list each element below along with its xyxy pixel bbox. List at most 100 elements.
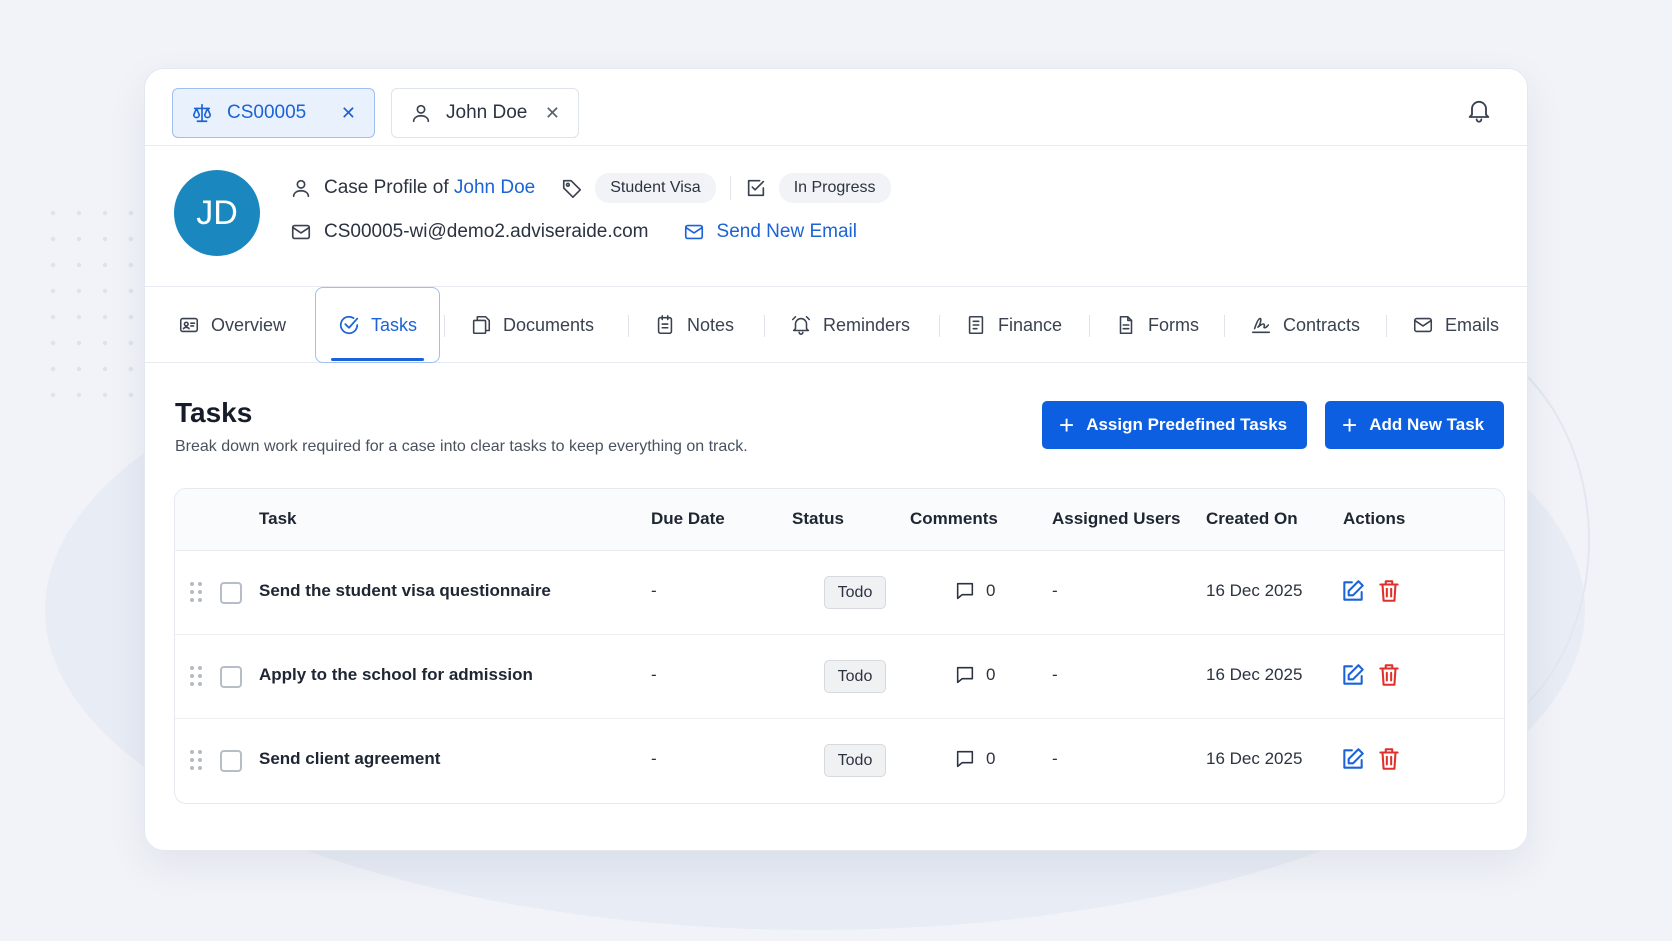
table-row[interactable]: Send the student visa questionnaire - To… — [175, 551, 1504, 635]
assigned-users: - — [1052, 665, 1058, 684]
page-subtitle: Break down work required for a case into… — [175, 438, 748, 455]
plus-icon: + — [1059, 410, 1075, 440]
edit-icon[interactable] — [1340, 746, 1366, 772]
tab-label: Finance — [998, 314, 1063, 335]
task-checkbox[interactable] — [220, 582, 242, 604]
client-name-link[interactable]: John Doe — [454, 177, 535, 199]
column-header-due-date[interactable]: Due Date — [651, 509, 725, 529]
comments-value: 0 — [986, 581, 996, 600]
column-header-assigned-users[interactable]: Assigned Users — [1052, 509, 1181, 529]
case-profile-card: CS00005 ✕ John Doe ✕ JD Case Profile of … — [144, 68, 1528, 851]
comments-count[interactable]: 0 — [954, 748, 995, 770]
delete-icon[interactable] — [1376, 662, 1402, 688]
comment-icon — [954, 664, 976, 686]
close-icon[interactable]: ✕ — [545, 103, 560, 124]
plus-icon: + — [1342, 410, 1358, 440]
tab-notes[interactable]: Notes — [654, 287, 734, 363]
close-icon[interactable]: ✕ — [341, 103, 356, 124]
client-email: CS00005-wi@demo2.adviseraide.com — [324, 221, 649, 242]
id-card-icon — [178, 314, 200, 336]
tab-overview[interactable]: Overview — [178, 287, 286, 363]
profile-header: JD Case Profile of John Doe Student Visa — [145, 146, 1527, 287]
comment-icon — [954, 748, 976, 770]
user-icon — [290, 177, 312, 199]
column-header-actions: Actions — [1343, 509, 1406, 528]
button-label: Add New Task — [1369, 415, 1485, 434]
assigned-users: - — [1052, 749, 1058, 768]
tasks-table: Task Due Date Status Comments Assigned U… — [174, 488, 1505, 804]
divider — [444, 315, 445, 337]
tab-forms[interactable]: Forms — [1115, 287, 1199, 363]
bell-icon — [790, 314, 812, 336]
edit-icon[interactable] — [1340, 578, 1366, 604]
form-icon — [1115, 314, 1137, 336]
case-nav-tabs: Overview Tasks Documents Notes Reminders… — [145, 287, 1527, 363]
documents-icon — [470, 314, 492, 336]
divider — [1386, 315, 1387, 337]
profile-title-row: Case Profile of John Doe Student Visa In… — [290, 173, 891, 203]
comments-count[interactable]: 0 — [954, 664, 995, 686]
drag-handle-icon[interactable] — [189, 581, 203, 603]
tag-icon — [561, 177, 583, 199]
column-header-status[interactable]: Status — [792, 509, 844, 529]
column-header-task[interactable]: Task — [259, 509, 297, 529]
comment-icon — [954, 580, 976, 602]
divider — [939, 315, 940, 337]
send-new-email-link[interactable]: Send New Email — [717, 221, 857, 243]
avatar: JD — [174, 170, 260, 256]
case-tab-john-doe[interactable]: John Doe ✕ — [391, 88, 579, 138]
task-name[interactable]: Send client agreement — [259, 749, 440, 769]
tab-tasks[interactable]: Tasks — [315, 287, 441, 363]
divider — [1224, 315, 1225, 337]
visa-type-badge: Student Visa — [595, 173, 716, 203]
tab-label: Reminders — [823, 314, 911, 335]
tab-documents[interactable]: Documents — [470, 287, 594, 363]
due-date: - — [651, 665, 657, 684]
assign-predefined-tasks-button[interactable]: + Assign Predefined Tasks — [1042, 401, 1307, 449]
user-icon — [410, 102, 432, 124]
status-badge[interactable]: Todo — [824, 744, 886, 777]
table-row[interactable]: Apply to the school for admission - Todo… — [175, 635, 1504, 719]
checkbox-icon — [745, 177, 767, 199]
task-checkbox[interactable] — [220, 750, 242, 772]
tab-emails[interactable]: Emails — [1412, 287, 1499, 363]
divider — [1089, 315, 1090, 337]
task-name[interactable]: Apply to the school for admission — [259, 665, 533, 685]
case-tab-label: CS00005 — [227, 102, 307, 123]
profile-prefix: Case Profile of — [324, 177, 454, 198]
tab-finance[interactable]: Finance — [965, 287, 1062, 363]
task-name[interactable]: Send the student visa questionnaire — [259, 581, 551, 601]
profile-email-row: CS00005-wi@demo2.adviseraide.com Send Ne… — [290, 221, 857, 243]
column-header-created-on[interactable]: Created On — [1206, 509, 1298, 529]
due-date: - — [651, 581, 657, 600]
drag-handle-icon[interactable] — [189, 665, 203, 687]
due-date: - — [651, 749, 657, 768]
mail-icon — [290, 221, 312, 243]
tab-label: Overview — [211, 314, 287, 335]
edit-icon[interactable] — [1340, 662, 1366, 688]
page-title: Tasks — [175, 397, 253, 428]
divider — [729, 176, 731, 200]
delete-icon[interactable] — [1376, 578, 1402, 604]
scale-icon — [191, 102, 213, 124]
notification-bell-icon[interactable] — [1465, 96, 1493, 124]
tab-reminders[interactable]: Reminders — [790, 287, 910, 363]
assigned-users: - — [1052, 581, 1058, 600]
created-on: 16 Dec 2025 — [1206, 581, 1303, 600]
task-checkbox[interactable] — [220, 666, 242, 688]
column-header-comments[interactable]: Comments — [910, 509, 998, 529]
case-tab-cs00005[interactable]: CS00005 ✕ — [172, 88, 375, 138]
table-row[interactable]: Send client agreement - Todo 0 - 16 Dec … — [175, 719, 1504, 803]
drag-handle-icon[interactable] — [189, 749, 203, 771]
status-badge: In Progress — [778, 173, 891, 203]
status-badge[interactable]: Todo — [824, 660, 886, 693]
status-badge[interactable]: Todo — [824, 576, 886, 609]
tab-contracts[interactable]: Contracts — [1250, 287, 1360, 363]
table-header: Task Due Date Status Comments Assigned U… — [175, 489, 1504, 551]
comments-count[interactable]: 0 — [954, 580, 995, 602]
add-new-task-button[interactable]: + Add New Task — [1325, 401, 1504, 449]
comments-value: 0 — [986, 749, 996, 768]
mail-icon — [683, 221, 705, 243]
delete-icon[interactable] — [1376, 746, 1402, 772]
tab-label: Emails — [1445, 314, 1500, 335]
